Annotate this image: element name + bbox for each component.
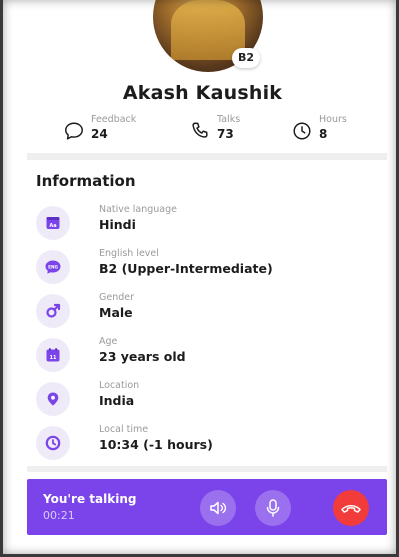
divider	[27, 153, 387, 160]
speech-bubble-icon: ENG	[45, 260, 61, 274]
info-label: Location	[99, 380, 140, 391]
speaker-icon	[210, 501, 227, 515]
info-value: Male	[99, 305, 133, 320]
info-row-local-time: Local time 10:34 (-1 hours)	[36, 424, 376, 464]
clock-icon	[293, 122, 311, 140]
svg-text:ENG: ENG	[48, 264, 58, 269]
chat-bubble-icon	[65, 122, 83, 140]
info-row-native-language: Aa Native language Hindi	[36, 204, 376, 244]
stats-row: Feedback 24 Talks 73 Hours 8	[3, 114, 396, 150]
profile-screen: B2 Akash Kaushik Feedback 24 Talks 73 Ho…	[0, 0, 399, 557]
info-label: English level	[99, 248, 159, 259]
info-label: Local time	[99, 424, 149, 435]
divider	[27, 466, 387, 472]
calendar-icon: 11	[46, 348, 60, 362]
level-badge: B2	[232, 48, 260, 68]
info-row-english-level: ENG English level B2 (Upper-Intermediate…	[36, 248, 376, 288]
stat-label: Talks	[217, 114, 241, 125]
svg-text:Aa: Aa	[49, 223, 56, 229]
info-label: Age	[99, 336, 118, 347]
clock-icon	[45, 435, 61, 451]
info-label: Native language	[99, 204, 178, 215]
info-label: Gender	[99, 292, 135, 303]
icon-circle	[36, 294, 70, 328]
language-icon: Aa	[46, 217, 60, 229]
microphone-icon	[266, 499, 280, 517]
info-value: India	[99, 393, 135, 408]
info-value: Hindi	[99, 217, 136, 232]
active-call-bar[interactable]: You're talking 00:21	[27, 479, 387, 535]
gender-male-icon	[46, 303, 61, 318]
call-duration: 00:21	[43, 509, 75, 522]
icon-circle	[36, 426, 70, 460]
icon-circle	[36, 382, 70, 416]
hang-up-icon	[341, 504, 361, 513]
profile-name: Akash Kaushik	[122, 82, 283, 104]
stat-value: 24	[91, 127, 108, 141]
location-pin-icon	[47, 392, 59, 406]
call-status: You're talking	[43, 492, 137, 506]
phone-icon	[192, 122, 208, 138]
section-title: Information	[36, 172, 136, 190]
icon-circle: 11	[36, 338, 70, 372]
info-row-location: Location India	[36, 380, 376, 420]
microphone-button[interactable]	[255, 490, 291, 526]
info-value: 23 years old	[99, 349, 186, 364]
speaker-button[interactable]	[200, 490, 236, 526]
info-row-gender: Gender Male	[36, 292, 376, 332]
stat-label: Hours	[319, 114, 347, 125]
icon-circle: ENG	[36, 250, 70, 284]
stat-label: Feedback	[91, 114, 137, 125]
stat-value: 8	[319, 127, 328, 141]
icon-circle: Aa	[36, 206, 70, 240]
info-row-age: 11 Age 23 years old	[36, 336, 376, 376]
stat-value: 73	[217, 127, 234, 141]
hang-up-button[interactable]	[333, 490, 369, 526]
info-value: 10:34 (-1 hours)	[99, 437, 213, 452]
info-value: B2 (Upper-Intermediate)	[99, 261, 273, 276]
svg-text:11: 11	[50, 355, 57, 361]
